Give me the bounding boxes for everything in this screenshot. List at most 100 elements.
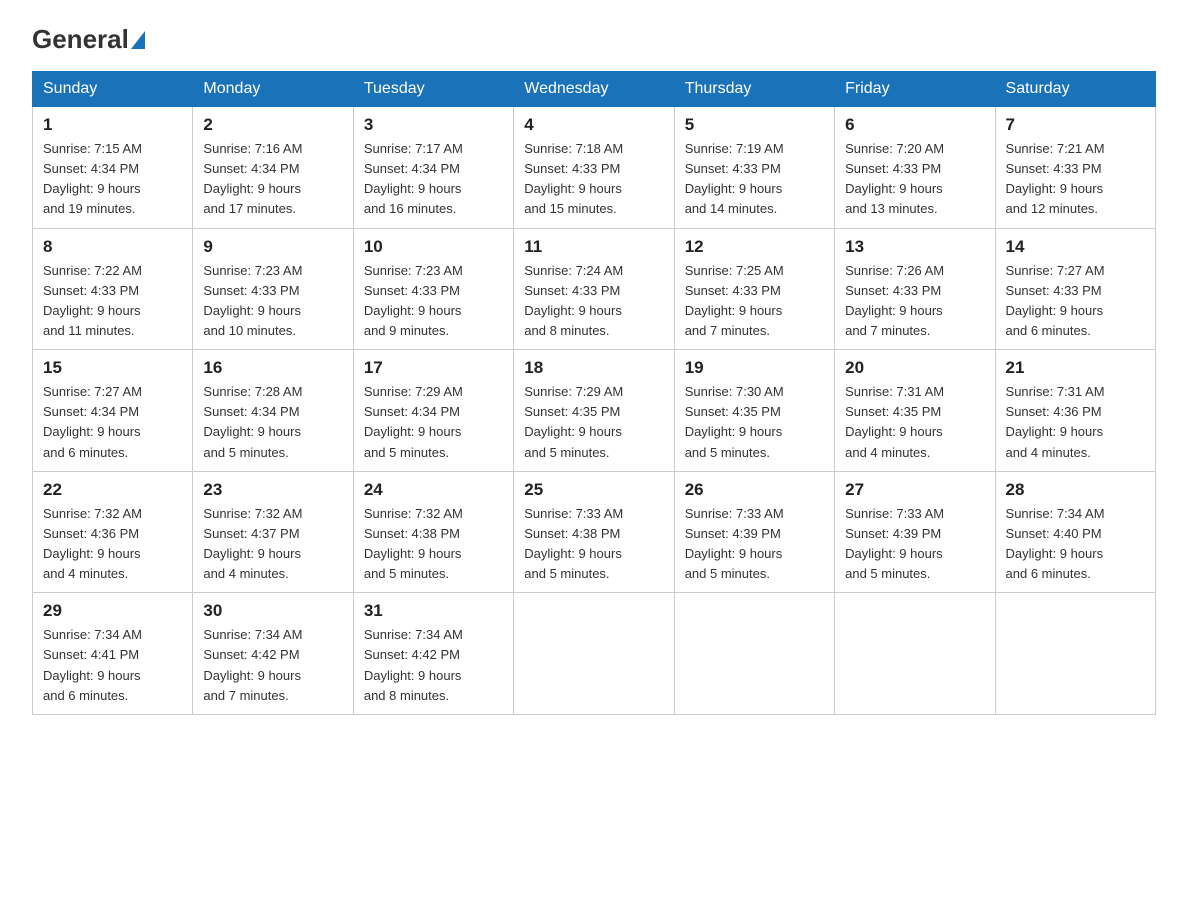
- day-info: Sunrise: 7:34 AMSunset: 4:42 PMDaylight:…: [364, 625, 503, 706]
- day-number: 1: [43, 115, 182, 135]
- calendar-cell: 25 Sunrise: 7:33 AMSunset: 4:38 PMDayligh…: [514, 471, 674, 593]
- calendar-cell: 2Sunrise: 7:16 AMSunset: 4:34 PMDaylight…: [193, 107, 353, 229]
- day-info: Sunrise: 7:20 AMSunset: 4:33 PMDaylight:…: [845, 139, 984, 220]
- day-number: 29: [43, 601, 182, 621]
- day-number: 10: [364, 237, 503, 257]
- day-info: Sunrise: 7:34 AMSunset: 4:41 PMDaylight:…: [43, 625, 182, 706]
- calendar-cell: 20 Sunrise: 7:31 AMSunset: 4:35 PMDayligh…: [835, 350, 995, 472]
- day-info: Sunrise: 7:27 AMSunset: 4:33 PMDaylight:…: [1006, 261, 1145, 342]
- day-info: Sunrise: 7:33 AMSunset: 4:38 PMDaylight:…: [524, 504, 663, 585]
- day-info: Sunrise: 7:29 AMSunset: 4:35 PMDaylight:…: [524, 382, 663, 463]
- day-number: 27: [845, 480, 984, 500]
- day-number: 12: [685, 237, 824, 257]
- day-number: 22: [43, 480, 182, 500]
- calendar-cell: 7 Sunrise: 7:21 AMSunset: 4:33 PMDaylight…: [995, 107, 1155, 229]
- day-info: Sunrise: 7:27 AMSunset: 4:34 PMDaylight:…: [43, 382, 182, 463]
- day-header-friday: Friday: [835, 72, 995, 107]
- calendar-week-row: 22 Sunrise: 7:32 AMSunset: 4:36 PMDayligh…: [33, 471, 1156, 593]
- calendar-cell: 31Sunrise: 7:34 AMSunset: 4:42 PMDayligh…: [353, 593, 513, 715]
- day-info: Sunrise: 7:26 AMSunset: 4:33 PMDaylight:…: [845, 261, 984, 342]
- calendar-cell: 15 Sunrise: 7:27 AMSunset: 4:34 PMDayligh…: [33, 350, 193, 472]
- day-info: Sunrise: 7:22 AMSunset: 4:33 PMDaylight:…: [43, 261, 182, 342]
- day-header-monday: Monday: [193, 72, 353, 107]
- day-header-tuesday: Tuesday: [353, 72, 513, 107]
- calendar-cell: [995, 593, 1155, 715]
- day-number: 4: [524, 115, 663, 135]
- day-info: Sunrise: 7:30 AMSunset: 4:35 PMDaylight:…: [685, 382, 824, 463]
- calendar-cell: 4 Sunrise: 7:18 AMSunset: 4:33 PMDaylight…: [514, 107, 674, 229]
- calendar-cell: 1 Sunrise: 7:15 AMSunset: 4:34 PMDaylight…: [33, 107, 193, 229]
- day-number: 21: [1006, 358, 1145, 378]
- day-info: Sunrise: 7:33 AMSunset: 4:39 PMDaylight:…: [685, 504, 824, 585]
- calendar-cell: 8 Sunrise: 7:22 AMSunset: 4:33 PMDaylight…: [33, 228, 193, 350]
- day-info: Sunrise: 7:18 AMSunset: 4:33 PMDaylight:…: [524, 139, 663, 220]
- day-number: 25: [524, 480, 663, 500]
- calendar-cell: 23 Sunrise: 7:32 AMSunset: 4:37 PMDayligh…: [193, 471, 353, 593]
- day-number: 15: [43, 358, 182, 378]
- day-info: Sunrise: 7:15 AMSunset: 4:34 PMDaylight:…: [43, 139, 182, 220]
- day-info: Sunrise: 7:29 AMSunset: 4:34 PMDaylight:…: [364, 382, 503, 463]
- day-number: 26: [685, 480, 824, 500]
- day-info: Sunrise: 7:21 AMSunset: 4:33 PMDaylight:…: [1006, 139, 1145, 220]
- day-number: 20: [845, 358, 984, 378]
- calendar-week-row: 15 Sunrise: 7:27 AMSunset: 4:34 PMDayligh…: [33, 350, 1156, 472]
- day-info: Sunrise: 7:32 AMSunset: 4:37 PMDaylight:…: [203, 504, 342, 585]
- day-number: 17: [364, 358, 503, 378]
- calendar-cell: 30Sunrise: 7:34 AMSunset: 4:42 PMDayligh…: [193, 593, 353, 715]
- day-info: Sunrise: 7:24 AMSunset: 4:33 PMDaylight:…: [524, 261, 663, 342]
- day-info: Sunrise: 7:25 AMSunset: 4:33 PMDaylight:…: [685, 261, 824, 342]
- page-header: General: [32, 24, 1156, 55]
- logo: General: [32, 24, 147, 55]
- calendar-cell: 27 Sunrise: 7:33 AMSunset: 4:39 PMDayligh…: [835, 471, 995, 593]
- day-number: 16: [203, 358, 342, 378]
- calendar-cell: 29 Sunrise: 7:34 AMSunset: 4:41 PMDayligh…: [33, 593, 193, 715]
- day-header-sunday: Sunday: [33, 72, 193, 107]
- calendar-cell: 26 Sunrise: 7:33 AMSunset: 4:39 PMDayligh…: [674, 471, 834, 593]
- day-number: 30: [203, 601, 342, 621]
- day-info: Sunrise: 7:28 AMSunset: 4:34 PMDaylight:…: [203, 382, 342, 463]
- calendar-cell: [835, 593, 995, 715]
- calendar-cell: 14Sunrise: 7:27 AMSunset: 4:33 PMDayligh…: [995, 228, 1155, 350]
- day-number: 3: [364, 115, 503, 135]
- day-info: Sunrise: 7:23 AMSunset: 4:33 PMDaylight:…: [364, 261, 503, 342]
- calendar-cell: 18Sunrise: 7:29 AMSunset: 4:35 PMDayligh…: [514, 350, 674, 472]
- calendar-cell: 10 Sunrise: 7:23 AMSunset: 4:33 PMDayligh…: [353, 228, 513, 350]
- calendar-cell: 12 Sunrise: 7:25 AMSunset: 4:33 PMDayligh…: [674, 228, 834, 350]
- day-number: 5: [685, 115, 824, 135]
- calendar-cell: 19 Sunrise: 7:30 AMSunset: 4:35 PMDayligh…: [674, 350, 834, 472]
- day-info: Sunrise: 7:19 AMSunset: 4:33 PMDaylight:…: [685, 139, 824, 220]
- calendar-cell: [514, 593, 674, 715]
- day-number: 7: [1006, 115, 1145, 135]
- day-info: Sunrise: 7:31 AMSunset: 4:35 PMDaylight:…: [845, 382, 984, 463]
- calendar-cell: 22 Sunrise: 7:32 AMSunset: 4:36 PMDayligh…: [33, 471, 193, 593]
- day-number: 28: [1006, 480, 1145, 500]
- calendar-cell: 5 Sunrise: 7:19 AMSunset: 4:33 PMDaylight…: [674, 107, 834, 229]
- logo-arrow-icon: [131, 31, 145, 49]
- calendar-cell: 6 Sunrise: 7:20 AMSunset: 4:33 PMDaylight…: [835, 107, 995, 229]
- day-info: Sunrise: 7:34 AMSunset: 4:40 PMDaylight:…: [1006, 504, 1145, 585]
- day-header-thursday: Thursday: [674, 72, 834, 107]
- day-info: Sunrise: 7:17 AMSunset: 4:34 PMDaylight:…: [364, 139, 503, 220]
- day-number: 19: [685, 358, 824, 378]
- calendar-cell: 16 Sunrise: 7:28 AMSunset: 4:34 PMDayligh…: [193, 350, 353, 472]
- calendar-week-row: 1 Sunrise: 7:15 AMSunset: 4:34 PMDaylight…: [33, 107, 1156, 229]
- calendar-cell: 3 Sunrise: 7:17 AMSunset: 4:34 PMDaylight…: [353, 107, 513, 229]
- day-info: Sunrise: 7:32 AMSunset: 4:36 PMDaylight:…: [43, 504, 182, 585]
- logo-general-text: General: [32, 24, 147, 55]
- calendar-week-row: 29 Sunrise: 7:34 AMSunset: 4:41 PMDayligh…: [33, 593, 1156, 715]
- day-number: 24: [364, 480, 503, 500]
- calendar-cell: 17 Sunrise: 7:29 AMSunset: 4:34 PMDayligh…: [353, 350, 513, 472]
- day-number: 11: [524, 237, 663, 257]
- calendar-header-row: SundayMondayTuesdayWednesdayThursdayFrid…: [33, 72, 1156, 107]
- calendar-table: SundayMondayTuesdayWednesdayThursdayFrid…: [32, 71, 1156, 715]
- day-info: Sunrise: 7:33 AMSunset: 4:39 PMDaylight:…: [845, 504, 984, 585]
- day-number: 8: [43, 237, 182, 257]
- calendar-cell: 24 Sunrise: 7:32 AMSunset: 4:38 PMDayligh…: [353, 471, 513, 593]
- calendar-cell: 13Sunrise: 7:26 AMSunset: 4:33 PMDayligh…: [835, 228, 995, 350]
- day-info: Sunrise: 7:32 AMSunset: 4:38 PMDaylight:…: [364, 504, 503, 585]
- day-number: 6: [845, 115, 984, 135]
- calendar-cell: 9Sunrise: 7:23 AMSunset: 4:33 PMDaylight…: [193, 228, 353, 350]
- day-number: 23: [203, 480, 342, 500]
- day-info: Sunrise: 7:31 AMSunset: 4:36 PMDaylight:…: [1006, 382, 1145, 463]
- day-number: 2: [203, 115, 342, 135]
